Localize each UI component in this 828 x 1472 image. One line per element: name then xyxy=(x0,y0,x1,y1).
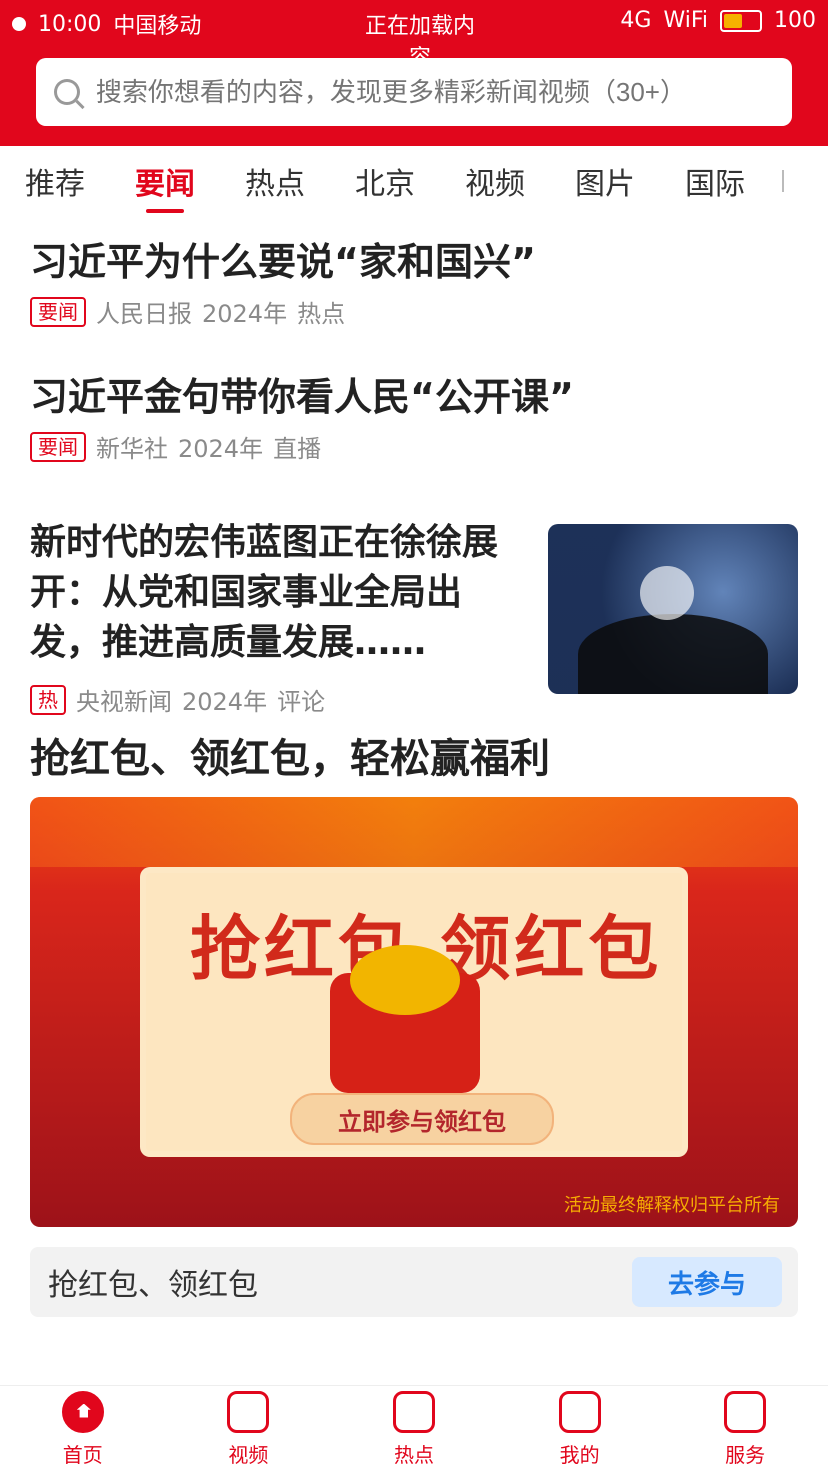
article-source: 新华社 xyxy=(96,435,168,463)
home-icon xyxy=(61,1390,104,1433)
status-bar: 10:00 中国移动 正在加载内容 4G WiFi 100 xyxy=(0,0,828,71)
article-time: 2024年 xyxy=(178,435,264,463)
article-source: 人民日报 xyxy=(96,300,192,328)
article-source: 央视新闻 xyxy=(76,688,172,716)
battery-icon xyxy=(720,9,762,32)
nav-label: 视频 xyxy=(228,1442,269,1467)
user-icon xyxy=(558,1390,601,1433)
red-packet-icon xyxy=(330,945,480,1093)
promo-cta: 抢红包、领红包 去参与 xyxy=(30,1247,798,1317)
article-badge: 热 xyxy=(30,684,66,715)
tabs-more-icon[interactable] xyxy=(782,170,806,192)
cta-button[interactable]: 去参与 xyxy=(632,1257,782,1307)
tab-important[interactable]: 要闻 xyxy=(110,159,220,213)
tab-recommended[interactable]: 推荐 xyxy=(0,159,110,203)
nav-label: 首页 xyxy=(62,1442,103,1467)
search-bar[interactable] xyxy=(36,58,792,126)
cta-label: 抢红包、领红包 xyxy=(48,1268,258,1303)
article-meta: 要闻 人民日报 2024年 热点 xyxy=(30,294,798,329)
article-time: 2024年 xyxy=(182,688,268,716)
video-icon xyxy=(227,1390,270,1433)
search-icon xyxy=(54,79,80,105)
services-icon xyxy=(724,1390,767,1433)
article-title[interactable]: 习近平金句带你看人民“公开课” xyxy=(30,373,798,421)
promo-banner[interactable]: 抢红包 领红包 立即参与领红包 活动最终解释权归平台所有 xyxy=(30,797,798,1227)
nav-services[interactable]: 服务 xyxy=(724,1390,767,1468)
article-title[interactable]: 习近平为什么要说“家和国兴” xyxy=(30,238,798,286)
nav-home[interactable]: 首页 xyxy=(61,1390,104,1468)
banner-curtain xyxy=(30,797,798,867)
status-dot-icon xyxy=(12,17,26,31)
nav-hot[interactable]: 热点 xyxy=(392,1390,435,1468)
tab-picture[interactable]: 图片 xyxy=(550,159,660,203)
banner-button[interactable]: 立即参与领红包 xyxy=(290,1093,554,1145)
article-text: 新时代的宏伟蓝图正在徐徐展开：从党和国家事业全局出发，推进高质量发展…… 热 央… xyxy=(30,518,528,717)
nav-video[interactable]: 视频 xyxy=(227,1390,270,1468)
nav-label: 服务 xyxy=(725,1442,766,1467)
status-left: 10:00 中国移动 xyxy=(12,8,201,40)
article-title[interactable]: 新时代的宏伟蓝图正在徐徐展开：从党和国家事业全局出发，推进高质量发展…… xyxy=(30,518,528,668)
article-time: 2024年 xyxy=(202,300,288,328)
article-2[interactable]: 习近平金句带你看人民“公开课” 要闻 新华社 2024年 直播 xyxy=(0,373,828,464)
feed: 习近平为什么要说“家和国兴” 要闻 人民日报 2024年 热点 习近平金句带你看… xyxy=(0,224,828,1317)
nav-label: 我的 xyxy=(559,1442,600,1467)
battery-percent: 100 xyxy=(774,8,816,33)
tab-hot[interactable]: 热点 xyxy=(220,159,330,203)
article-1[interactable]: 习近平为什么要说“家和国兴” 要闻 人民日报 2024年 热点 xyxy=(0,238,828,329)
bottom-navigation: 首页 视频 热点 我的 服务 xyxy=(0,1385,828,1472)
article-extra: 热点 xyxy=(297,300,346,328)
status-carrier: 中国移动 xyxy=(113,14,202,39)
channel-tabs: 推荐 要闻 热点 北京 视频 图片 国际 xyxy=(0,148,828,214)
article-meta: 热 央视新闻 2024年 评论 xyxy=(30,682,528,717)
status-right: 4G WiFi 100 xyxy=(620,8,816,33)
article-3[interactable]: 新时代的宏伟蓝图正在徐徐展开：从党和国家事业全局出发，推进高质量发展…… 热 央… xyxy=(0,518,828,717)
status-time: 10:00 xyxy=(38,11,102,37)
tab-international[interactable]: 国际 xyxy=(660,159,770,203)
top-header: 10:00 中国移动 正在加载内容 4G WiFi 100 xyxy=(0,0,828,146)
search-input[interactable] xyxy=(93,75,774,109)
hot-icon xyxy=(392,1390,435,1433)
nav-me[interactable]: 我的 xyxy=(558,1390,601,1468)
nav-label: 热点 xyxy=(393,1442,434,1467)
wifi-indicator: WiFi xyxy=(663,8,708,33)
article-meta: 要闻 新华社 2024年 直播 xyxy=(30,429,798,464)
article-thumbnail[interactable] xyxy=(548,524,798,694)
tab-beijing[interactable]: 北京 xyxy=(330,159,440,203)
article-extra: 直播 xyxy=(273,435,322,463)
banner-title: 抢红包、领红包，轻松赢福利 xyxy=(30,736,550,782)
article-badge: 要闻 xyxy=(30,431,86,462)
banner-footer: 活动最终解释权归平台所有 xyxy=(564,1195,780,1216)
article-extra: 评论 xyxy=(277,688,326,716)
article-badge: 要闻 xyxy=(30,296,86,327)
signal-indicator: 4G xyxy=(620,8,652,33)
tab-video[interactable]: 视频 xyxy=(440,159,550,203)
